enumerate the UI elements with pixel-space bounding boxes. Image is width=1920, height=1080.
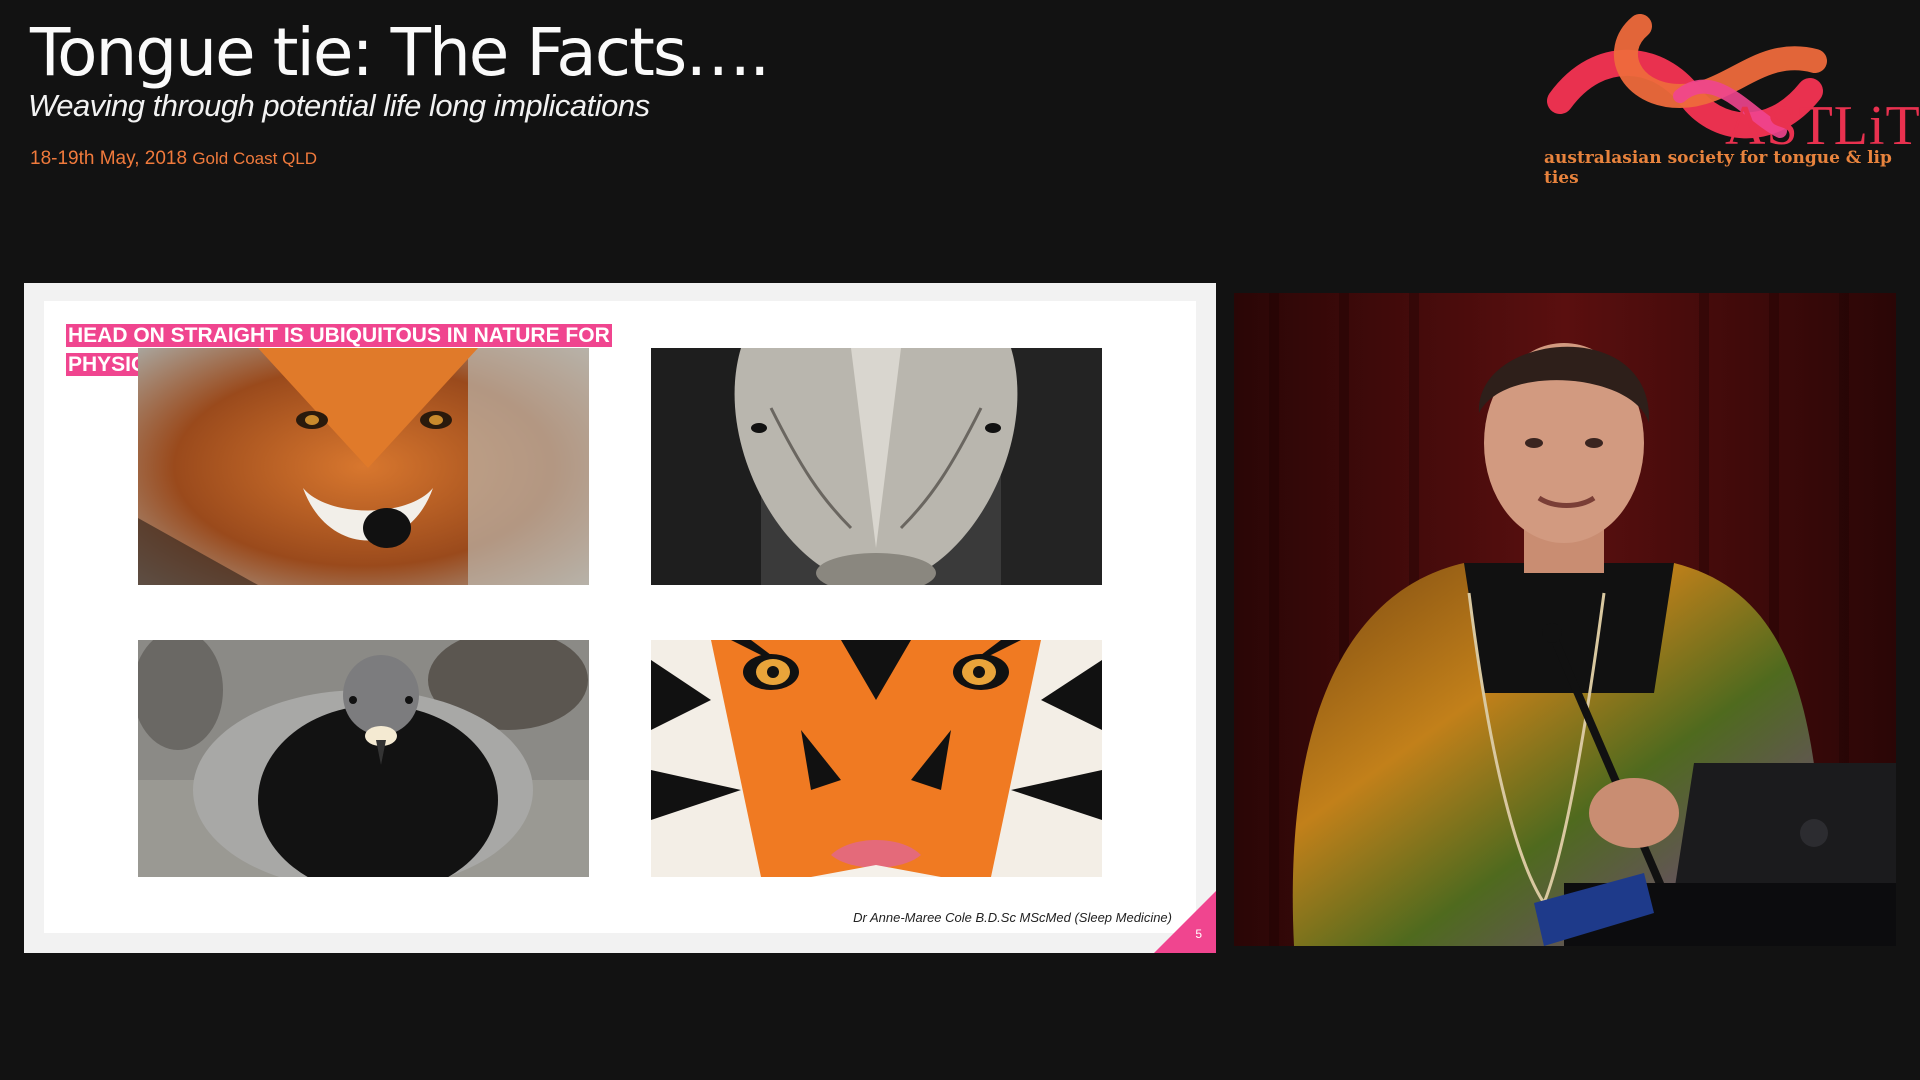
slide-page-number: 5 [1195, 927, 1202, 941]
event-dateline: 18-19th May, 2018 Gold Coast QLD [30, 148, 317, 170]
speaker-video-feed [1234, 293, 1896, 946]
slide-author-credit: Dr Anne-Maree Cole B.D.Sc MScMed (Sleep … [853, 910, 1172, 925]
slide-corner-accent [1154, 891, 1216, 953]
pigeon-photo [138, 640, 589, 877]
presentation-title: Tongue tie: The Facts…. [30, 14, 770, 91]
rhinoceros-photo [651, 348, 1102, 585]
presentation-slide: HEAD ON STRAIGHT IS UBIQUITOUS IN NATURE… [24, 283, 1216, 953]
event-date: 18-19th May, 2018 [30, 148, 188, 169]
presentation-subtitle: Weaving through potential life long impl… [28, 88, 650, 123]
fox-photo [138, 348, 589, 585]
slide-heading-line-1: HEAD ON STRAIGHT IS UBIQUITOUS IN NATURE… [66, 324, 612, 347]
event-location: Gold Coast QLD [192, 149, 318, 168]
slide-content: HEAD ON STRAIGHT IS UBIQUITOUS IN NATURE… [44, 301, 1196, 933]
astlit-logo-tagline: australasian society for tongue & lip ti… [1544, 148, 1892, 188]
tiger-photo [651, 640, 1102, 877]
